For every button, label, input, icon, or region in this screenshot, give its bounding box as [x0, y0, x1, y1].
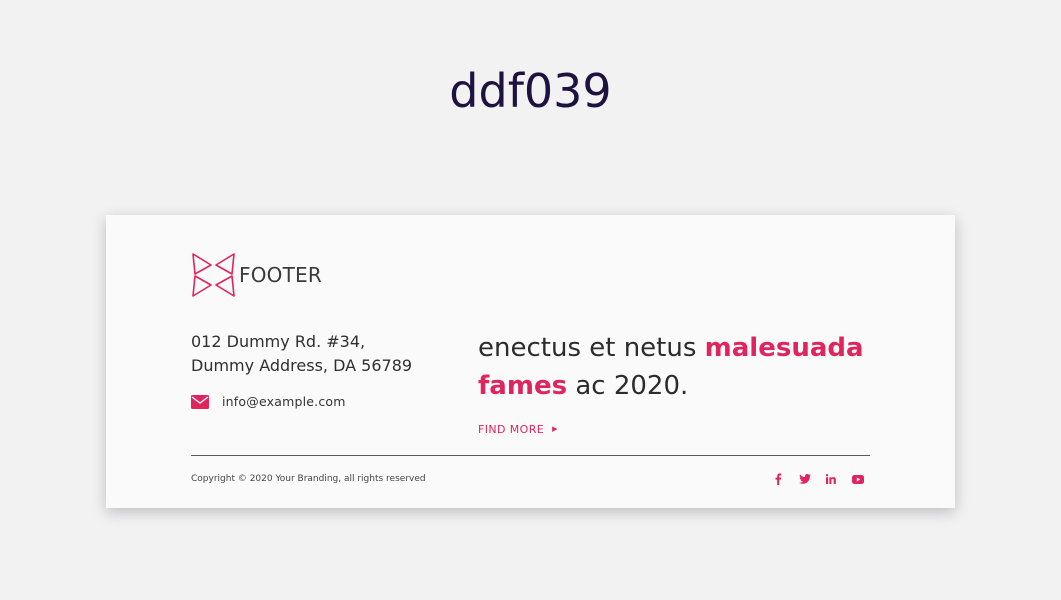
tagline-part-1: enectus et netus: [478, 333, 705, 363]
youtube-icon[interactable]: [851, 472, 865, 486]
tagline: enectus et netus malesuada fames ac 2020…: [478, 329, 908, 405]
facebook-icon[interactable]: [771, 472, 785, 486]
mail-icon: [191, 394, 209, 409]
footer-divider: [191, 455, 870, 456]
page-heading: ddf039: [449, 64, 612, 118]
logo-icon: [192, 253, 235, 297]
tagline-accent-2: fames: [478, 371, 568, 401]
find-more-label: FIND MORE: [478, 423, 545, 436]
tagline-accent-1: malesuada: [704, 333, 864, 363]
tagline-part-2: ac 2020.: [567, 371, 689, 401]
brand-name: FOOTER: [239, 263, 322, 287]
footer-card: FOOTER 012 Dummy Rd. #34, Dummy Address,…: [106, 215, 955, 508]
address-line-1: 012 Dummy Rd. #34,: [191, 332, 366, 351]
linkedin-icon[interactable]: [824, 472, 838, 486]
brand[interactable]: FOOTER: [191, 252, 322, 298]
social-links: [771, 472, 877, 486]
email-row[interactable]: info@example.com: [191, 394, 346, 409]
email-link[interactable]: info@example.com: [222, 394, 346, 409]
find-more-arrow-icon: ▶: [552, 425, 558, 433]
twitter-icon[interactable]: [798, 472, 812, 486]
address-line-2: Dummy Address, DA 56789: [191, 356, 413, 375]
address: 012 Dummy Rd. #34, Dummy Address, DA 567…: [191, 330, 412, 378]
find-more-link[interactable]: FIND MORE ▶: [478, 423, 558, 436]
copyright-text: Copyright © 2020 Your Branding, all righ…: [191, 474, 426, 484]
